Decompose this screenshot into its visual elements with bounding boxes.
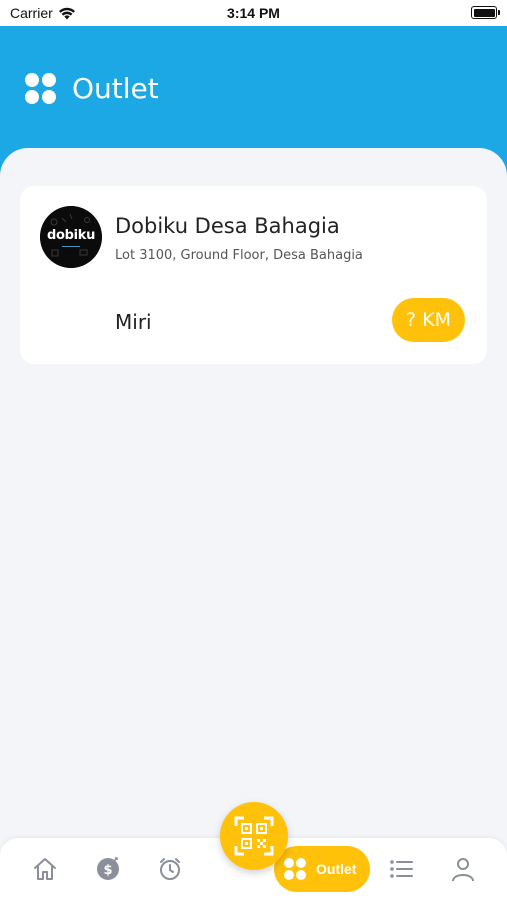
list-icon xyxy=(390,860,413,878)
distance-badge: ? KM xyxy=(392,298,465,342)
outlet-address: Lot 3100, Ground Floor, Desa Bahagia xyxy=(115,248,363,263)
outlet-logo: dobiku ━━━━━━ xyxy=(40,206,102,268)
nav-profile[interactable] xyxy=(448,854,478,884)
outlet-list: dobiku ━━━━━━ Dobiku Desa Bahagia Lot 31… xyxy=(0,148,507,868)
qr-scan-icon xyxy=(234,816,274,856)
battery-icon xyxy=(471,6,500,19)
qr-scan-button[interactable] xyxy=(220,802,288,870)
home-icon xyxy=(34,858,56,880)
page-title: Outlet xyxy=(72,72,159,105)
grid-icon xyxy=(25,73,56,104)
status-time: 3:14 PM xyxy=(227,5,280,21)
nav-wallet[interactable]: $ xyxy=(93,854,123,884)
alarm-clock-icon xyxy=(160,858,180,880)
user-icon xyxy=(452,858,474,882)
nav-timer[interactable] xyxy=(155,854,185,884)
nav-home[interactable] xyxy=(30,854,60,884)
outlet-card[interactable]: dobiku ━━━━━━ Dobiku Desa Bahagia Lot 31… xyxy=(20,186,487,364)
nav-outlet-label: Outlet xyxy=(316,861,357,877)
logo-subline: ━━━━━━ xyxy=(61,244,81,250)
grid-icon xyxy=(284,858,306,880)
status-bar: Carrier 3:14 PM xyxy=(0,0,507,26)
outlet-name: Dobiku Desa Bahagia xyxy=(115,214,340,238)
svg-text:$: $ xyxy=(103,863,112,878)
money-icon: $ xyxy=(97,857,119,880)
logo-wordmark: dobiku xyxy=(46,228,96,243)
nav-orders[interactable] xyxy=(386,854,416,884)
nav-outlet[interactable]: Outlet xyxy=(274,846,370,892)
outlet-city: Miri xyxy=(115,310,152,334)
